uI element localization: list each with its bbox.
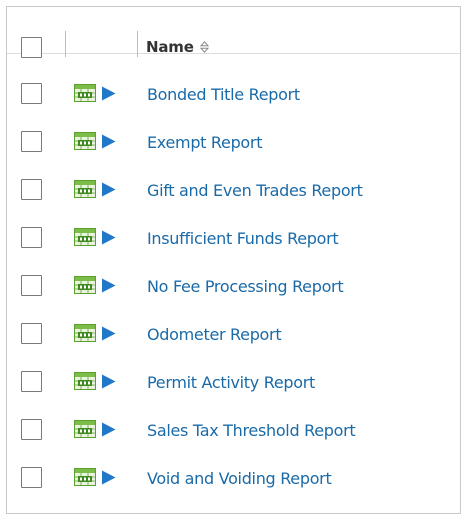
report-link[interactable]: Void and Voiding Report	[147, 469, 332, 488]
play-triangle-icon[interactable]	[101, 134, 116, 149]
name-column-header[interactable]: Name	[146, 38, 209, 56]
report-list-panel: Name Bonded Title Report Exempt Report G…	[6, 6, 461, 514]
report-sheet-icon[interactable]	[74, 228, 98, 248]
report-sheet-icon[interactable]	[74, 420, 98, 440]
table-row: Odometer Report	[7, 310, 460, 358]
report-link[interactable]: Odometer Report	[147, 325, 282, 344]
play-triangle-icon[interactable]	[101, 326, 116, 341]
report-sheet-icon[interactable]	[74, 468, 98, 488]
report-sheet-icon[interactable]	[74, 276, 98, 296]
column-divider	[65, 31, 66, 57]
row-checkbox[interactable]	[21, 419, 42, 440]
report-sheet-icon[interactable]	[74, 324, 98, 344]
report-link[interactable]: No Fee Processing Report	[147, 277, 344, 296]
table-row: Exempt Report	[7, 118, 460, 166]
row-checkbox[interactable]	[21, 371, 42, 392]
table-row: Bonded Title Report	[7, 70, 460, 118]
report-link[interactable]: Permit Activity Report	[147, 373, 315, 392]
report-link[interactable]: Insufficient Funds Report	[147, 229, 339, 248]
report-link[interactable]: Exempt Report	[147, 133, 262, 152]
table-row: Gift and Even Trades Report	[7, 166, 460, 214]
report-sheet-icon[interactable]	[74, 180, 98, 200]
play-triangle-icon[interactable]	[101, 470, 116, 485]
report-link[interactable]: Bonded Title Report	[147, 85, 300, 104]
select-all-checkbox[interactable]	[21, 37, 42, 58]
report-link[interactable]: Sales Tax Threshold Report	[147, 421, 356, 440]
column-divider	[137, 31, 138, 57]
row-checkbox[interactable]	[21, 227, 42, 248]
play-triangle-icon[interactable]	[101, 422, 116, 437]
play-triangle-icon[interactable]	[101, 278, 116, 293]
report-sheet-icon[interactable]	[74, 84, 98, 104]
play-triangle-icon[interactable]	[101, 86, 116, 101]
table-row: Insufficient Funds Report	[7, 214, 460, 262]
table-header-row: Name	[7, 7, 460, 58]
name-column-header-label: Name	[146, 38, 194, 56]
table-row: No Fee Processing Report	[7, 262, 460, 310]
play-triangle-icon[interactable]	[101, 374, 116, 389]
table-row: Void and Voiding Report	[7, 454, 460, 502]
play-triangle-icon[interactable]	[101, 230, 116, 245]
row-checkbox[interactable]	[21, 275, 42, 296]
play-triangle-icon[interactable]	[101, 182, 116, 197]
sort-updown-icon[interactable]	[199, 41, 209, 53]
row-checkbox[interactable]	[21, 83, 42, 104]
report-link[interactable]: Gift and Even Trades Report	[147, 181, 363, 200]
row-checkbox[interactable]	[21, 467, 42, 488]
row-checkbox[interactable]	[21, 323, 42, 344]
report-sheet-icon[interactable]	[74, 132, 98, 152]
table-row: Sales Tax Threshold Report	[7, 406, 460, 454]
report-sheet-icon[interactable]	[74, 372, 98, 392]
row-checkbox[interactable]	[21, 179, 42, 200]
table-row: Permit Activity Report	[7, 358, 460, 406]
row-checkbox[interactable]	[21, 131, 42, 152]
